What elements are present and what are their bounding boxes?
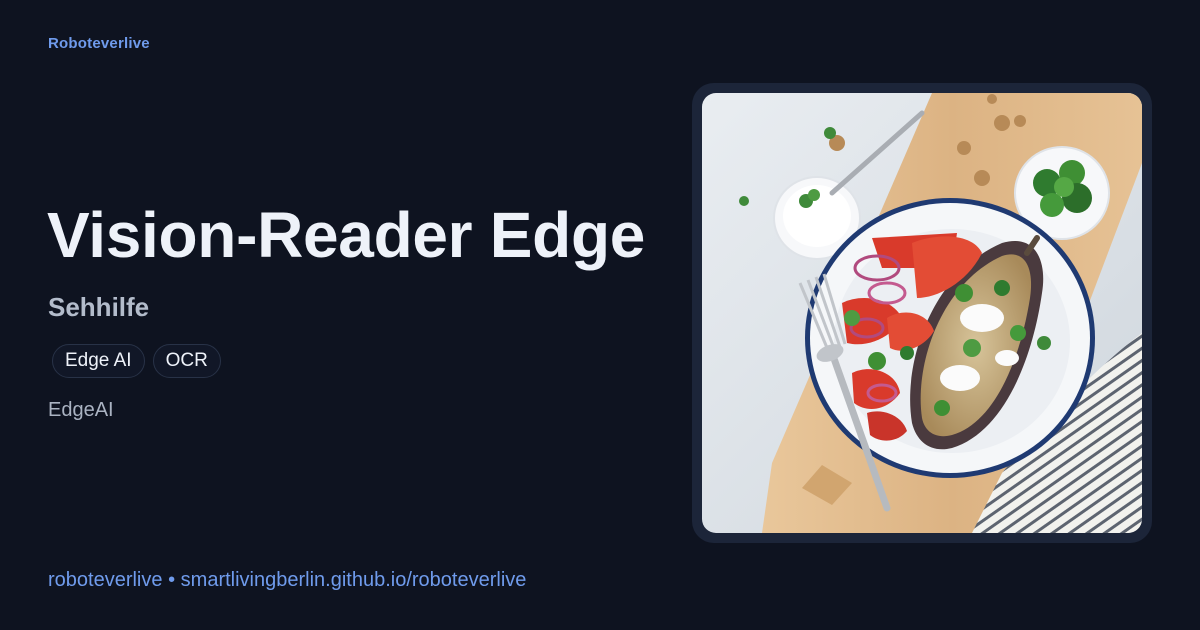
tag-list: Edge AI OCR <box>52 344 221 378</box>
brand-name: Roboteverlive <box>48 35 150 52</box>
tag-edge-ai[interactable]: Edge AI <box>52 344 145 378</box>
footer-separator: • <box>168 569 176 591</box>
page-title: Vision-Reader Edge <box>47 199 646 271</box>
tag-ocr[interactable]: OCR <box>152 344 221 378</box>
category-label: EdgeAI <box>48 399 114 421</box>
footer-url[interactable]: smartlivingberlin.github.io/roboteverliv… <box>181 569 527 591</box>
photo-frame <box>692 83 1152 543</box>
footer-author[interactable]: roboteverlive <box>48 569 163 591</box>
food-photo <box>702 93 1142 533</box>
page-subtitle: Sehhilfe <box>48 292 150 322</box>
footer-credit: roboteverlive • smartlivingberlin.github… <box>48 569 526 592</box>
